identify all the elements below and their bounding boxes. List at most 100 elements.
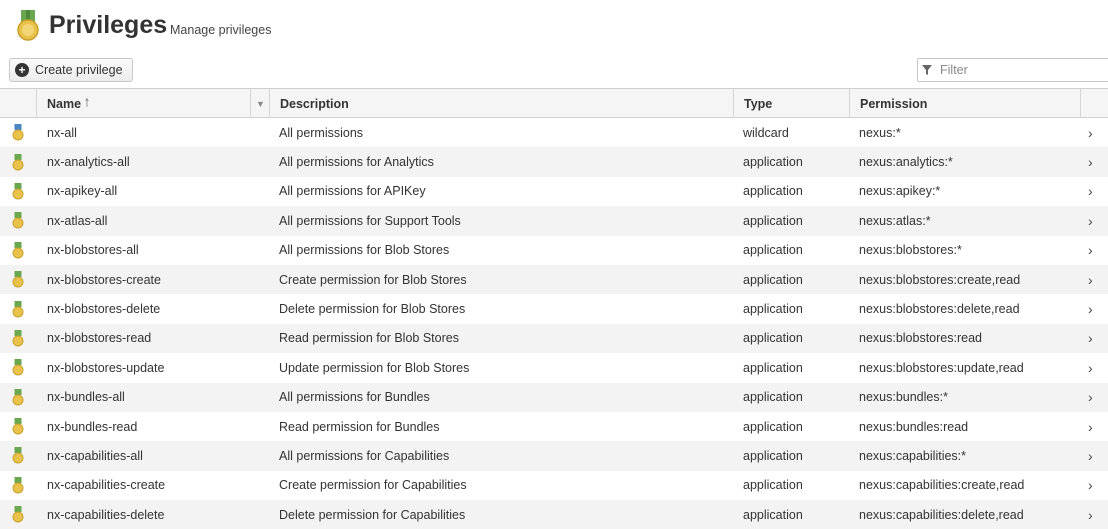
privilege-name: nx-blobstores-create — [47, 272, 161, 287]
page-header: Privileges Manage privileges — [0, 0, 1108, 56]
privilege-permission: nexus:capabilities:create,read — [859, 478, 1025, 493]
table-row[interactable]: nx-atlas-all All permissions for Support … — [0, 206, 1108, 236]
privilege-description: All permissions for Capabilities — [279, 448, 450, 463]
privilege-medal-icon — [12, 206, 26, 235]
create-privilege-button[interactable]: + Create privilege — [9, 58, 133, 82]
privilege-type: application — [743, 331, 803, 346]
privilege-type: application — [743, 390, 803, 405]
privilege-permission: nexus:capabilities:delete,read — [859, 507, 1024, 522]
chevron-right-icon[interactable]: › — [1088, 206, 1093, 235]
privilege-permission: nexus:blobstores:update,read — [859, 360, 1024, 375]
filter-box[interactable] — [917, 58, 1108, 82]
privilege-permission: nexus:analytics:* — [859, 155, 953, 170]
privilege-type: application — [743, 448, 803, 463]
privilege-medal-icon — [12, 383, 26, 412]
privilege-type: application — [743, 184, 803, 199]
table-row[interactable]: nx-bundles-read Read permission for Bundl… — [0, 412, 1108, 441]
chevron-right-icon[interactable]: › — [1088, 265, 1093, 294]
privilege-description: All permissions for Analytics — [279, 155, 434, 170]
privilege-name: nx-blobstores-all — [47, 243, 139, 258]
chevron-right-icon[interactable]: › — [1088, 500, 1093, 529]
column-name-label: Name — [47, 96, 82, 111]
privilege-medal-icon — [12, 236, 26, 265]
privilege-description: Delete permission for Blob Stores — [279, 302, 466, 317]
column-description-label: Description — [280, 96, 349, 111]
page-title: Privileges — [49, 11, 168, 39]
privilege-permission: nexus:blobstores:delete,read — [859, 302, 1020, 317]
privilege-description: Update permission for Blob Stores — [279, 360, 470, 375]
privilege-description: All permissions for Blob Stores — [279, 243, 450, 258]
privilege-name: nx-blobstores-read — [47, 331, 152, 346]
chevron-right-icon[interactable]: › — [1088, 412, 1093, 441]
privilege-name: nx-apikey-all — [47, 184, 118, 199]
privilege-medal-icon — [12, 118, 26, 147]
column-menu-trigger-icon[interactable]: ▼ — [250, 89, 270, 118]
table-row[interactable]: nx-analytics-all All permissions for Anal… — [0, 147, 1108, 177]
table-row[interactable]: nx-blobstores-read Read permission for Bl… — [0, 323, 1108, 354]
privilege-permission: nexus:bundles:read — [859, 419, 969, 434]
privilege-medal-icon — [12, 265, 26, 294]
privilege-name: nx-bundles-all — [47, 390, 125, 405]
privilege-name: nx-atlas-all — [47, 213, 108, 228]
privilege-name: nx-bundles-read — [47, 419, 138, 434]
table-row[interactable]: nx-blobstores-all All permissions for Blo… — [0, 236, 1108, 265]
privilege-description: Create permission for Blob Stores — [279, 272, 467, 287]
column-header-type[interactable]: Type — [733, 89, 849, 118]
privilege-type: wildcard — [743, 125, 789, 140]
table-row[interactable]: nx-capabilities-create Create permission … — [0, 471, 1108, 500]
privileges-grid: nx-all All permissions wildcard nexus:* › nx-… — [0, 118, 1108, 529]
page-subtitle: Manage privileges — [170, 23, 272, 37]
privilege-description: Read permission for Bundles — [279, 419, 440, 434]
privilege-permission: nexus:atlas:* — [859, 213, 931, 228]
column-header-permission[interactable]: Permission — [849, 89, 1080, 118]
chevron-right-icon[interactable]: › — [1088, 383, 1093, 412]
grid-header: Name 🠑 ▼ Description Type Permission — [0, 88, 1108, 118]
chevron-right-icon[interactable]: › — [1088, 236, 1093, 265]
privilege-medal-icon — [12, 441, 26, 470]
chevron-right-icon[interactable]: › — [1088, 147, 1093, 176]
table-row[interactable]: nx-bundles-all All permissions for Bundle… — [0, 382, 1108, 412]
privilege-description: All permissions for APIKey — [279, 184, 426, 199]
privilege-type: application — [743, 302, 803, 317]
table-row[interactable]: nx-apikey-all All permissions for APIKey a… — [0, 177, 1108, 206]
chevron-right-icon[interactable]: › — [1088, 177, 1093, 206]
column-header-description[interactable]: Description — [269, 89, 733, 118]
chevron-right-icon[interactable]: › — [1088, 353, 1093, 382]
privilege-type: application — [743, 272, 803, 287]
privilege-description: Create permission for Capabilities — [279, 478, 467, 493]
privilege-type: application — [743, 243, 803, 258]
privilege-permission: nexus:* — [859, 125, 901, 140]
filter-input[interactable] — [938, 62, 1102, 78]
medal-icon — [17, 10, 39, 41]
privilege-type: application — [743, 155, 803, 170]
chevron-right-icon[interactable]: › — [1088, 118, 1093, 147]
create-privilege-label: Create privilege — [35, 63, 123, 77]
privilege-description: Delete permission for Capabilities — [279, 507, 466, 522]
privilege-permission: nexus:blobstores:create,read — [859, 272, 1021, 287]
privilege-medal-icon — [12, 353, 26, 382]
table-row[interactable]: nx-capabilities-delete Delete permission … — [0, 500, 1108, 529]
table-row[interactable]: nx-capabilities-all All permissions for C… — [0, 441, 1108, 471]
table-row[interactable]: nx-all All permissions wildcard nexus:* › — [0, 118, 1108, 147]
table-row[interactable]: nx-blobstores-update Update permission fo… — [0, 353, 1108, 382]
privilege-name: nx-capabilities-create — [47, 478, 166, 493]
privilege-medal-icon — [12, 147, 26, 176]
chevron-right-icon[interactable]: › — [1088, 324, 1093, 353]
privilege-name: nx-capabilities-all — [47, 448, 143, 463]
table-row[interactable]: nx-blobstores-delete Delete permission fo… — [0, 294, 1108, 323]
plus-circle-icon: + — [15, 63, 29, 77]
table-row[interactable]: nx-blobstores-create Create permission fo… — [0, 264, 1108, 295]
privilege-medal-icon — [12, 294, 26, 323]
privilege-permission: nexus:capabilities:* — [859, 448, 967, 463]
chevron-right-icon[interactable]: › — [1088, 294, 1093, 323]
privilege-permission: nexus:apikey:* — [859, 184, 941, 199]
column-header-name[interactable]: Name 🠑 — [36, 89, 250, 118]
chevron-right-icon[interactable]: › — [1088, 441, 1093, 470]
privilege-permission: nexus:bundles:* — [859, 390, 948, 405]
privilege-description: All permissions — [279, 125, 364, 140]
chevron-right-icon[interactable]: › — [1088, 471, 1093, 500]
privilege-name: nx-blobstores-delete — [47, 302, 161, 317]
privilege-type: application — [743, 419, 803, 434]
privilege-medal-icon — [12, 471, 26, 500]
privilege-type: application — [743, 213, 803, 228]
